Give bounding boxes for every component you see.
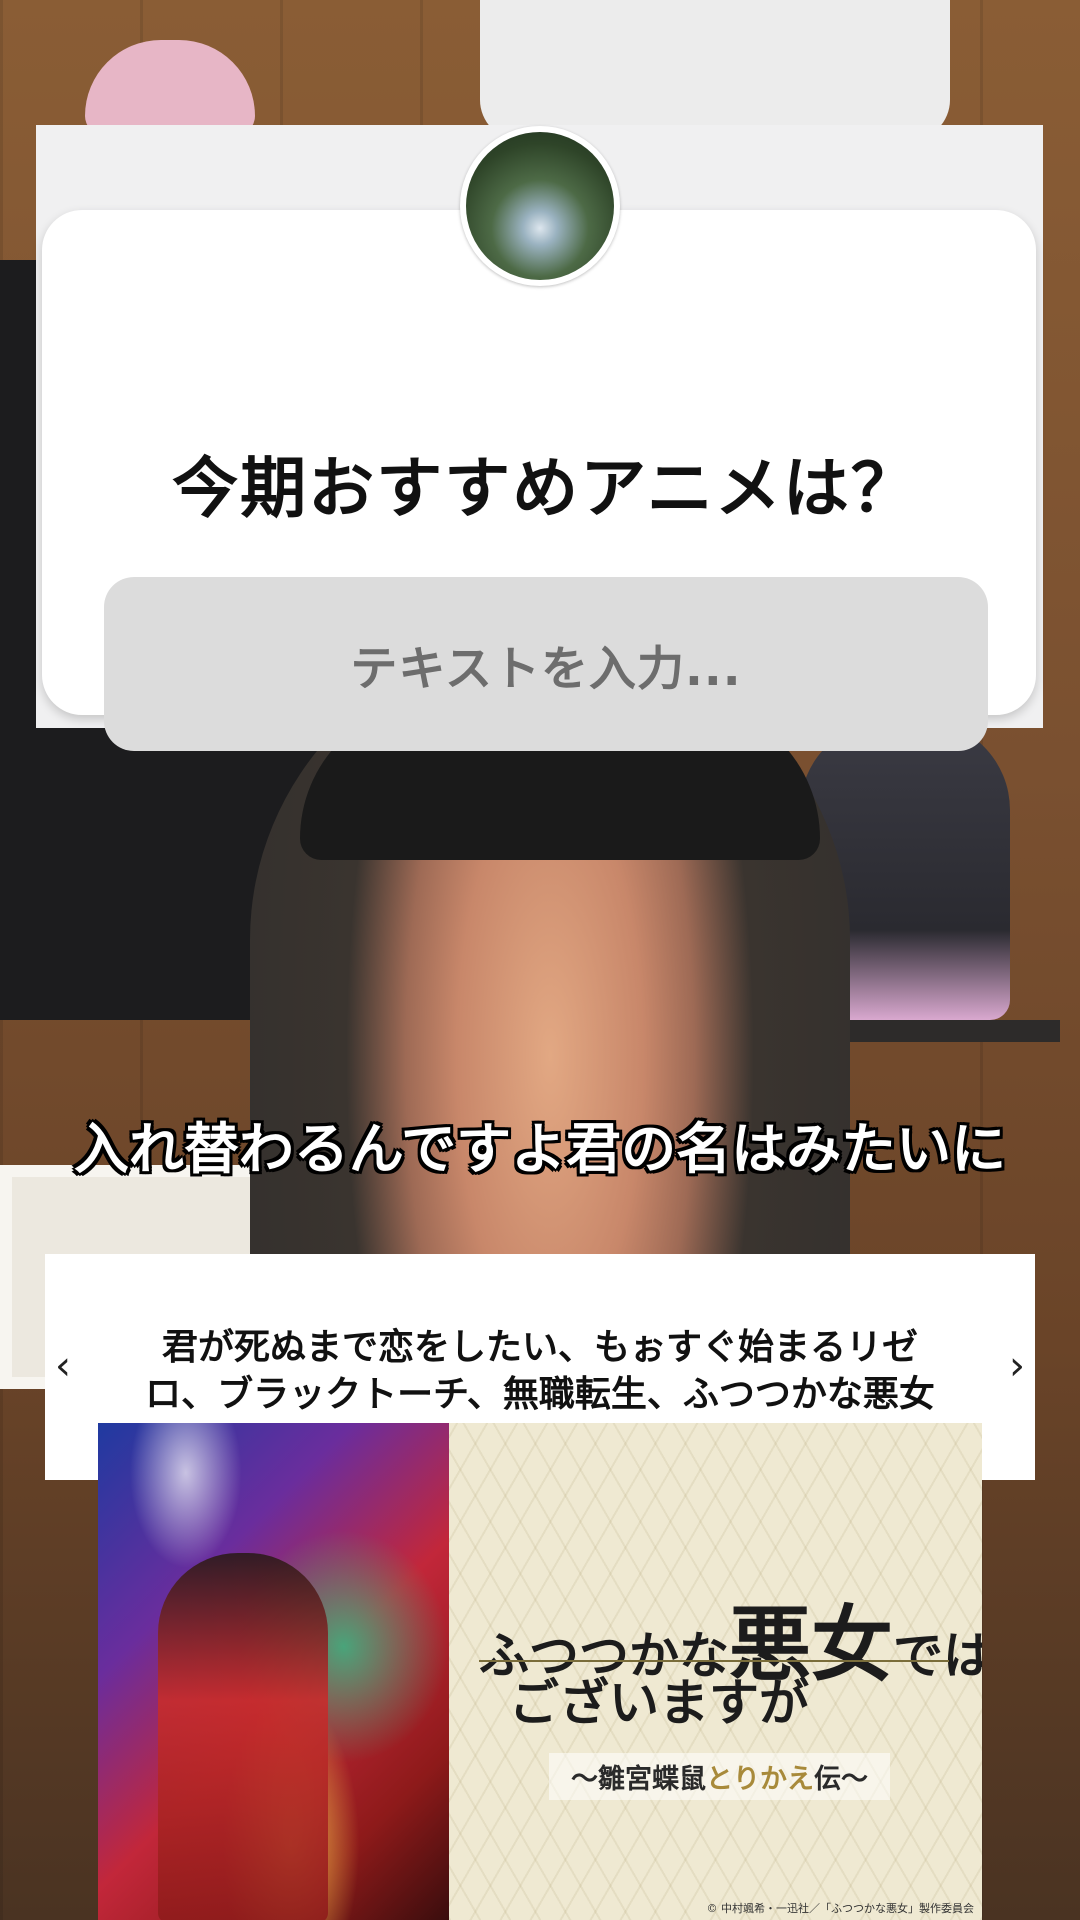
avatar-photo bbox=[466, 132, 614, 280]
chevron-left-icon[interactable]: ‹ bbox=[55, 1346, 71, 1386]
banner-text: 君が死ぬまで恋をしたい、もぉすぐ始まるリゼ ロ、ブラックトーチ、無職転生、ふつつ… bbox=[140, 1324, 940, 1418]
chevron-right-icon[interactable]: › bbox=[1009, 1346, 1025, 1386]
question-sticker[interactable]: 今期おすすめアニメは？ テキストを入力... bbox=[36, 125, 1043, 751]
question-title: 今期おすすめアニメは？ bbox=[172, 450, 919, 527]
poster-character bbox=[158, 1553, 328, 1920]
answer-placeholder: テキストを入力... bbox=[350, 641, 742, 697]
subtitle-caption: 入れ替わるんですよ君の名はみたいに bbox=[73, 1117, 1007, 1181]
answer-input[interactable]: テキストを入力... bbox=[104, 577, 988, 751]
avatar bbox=[460, 126, 620, 286]
poster-divider bbox=[479, 1660, 949, 1662]
anime-poster: ふつつかな悪女では ございますが 〜雛宮蝶鼠とりかえ伝〜 © 中村颯希・一迅社／… bbox=[98, 1423, 982, 1920]
poster-title-part2: では bbox=[893, 1626, 982, 1685]
poster-title-line-2: ございますが bbox=[509, 1673, 809, 1732]
poster-credit: © 中村颯希・一迅社／「ふつつかな悪女」製作委員会 bbox=[706, 1902, 975, 1915]
banner-line-2: ロ、ブラックトーチ、無職転生、ふつつかな悪女 bbox=[145, 1374, 935, 1415]
poster-artwork bbox=[98, 1423, 449, 1920]
poster-title-panel: ふつつかな悪女では ございますが 〜雛宮蝶鼠とりかえ伝〜 © 中村颯希・一迅社／… bbox=[449, 1423, 982, 1920]
poster-subtitle-post: 伝〜 bbox=[814, 1764, 868, 1795]
poster-subtitle: 〜雛宮蝶鼠とりかえ伝〜 bbox=[549, 1753, 890, 1800]
poster-subtitle-pre: 〜雛宮蝶鼠 bbox=[571, 1764, 706, 1795]
poster-subtitle-accent: とりかえ bbox=[706, 1764, 814, 1795]
banner-line-1: 君が死ぬまで恋をしたい、もぉすぐ始まるリゼ bbox=[161, 1327, 918, 1368]
hanging-white-shirt bbox=[480, 0, 950, 140]
